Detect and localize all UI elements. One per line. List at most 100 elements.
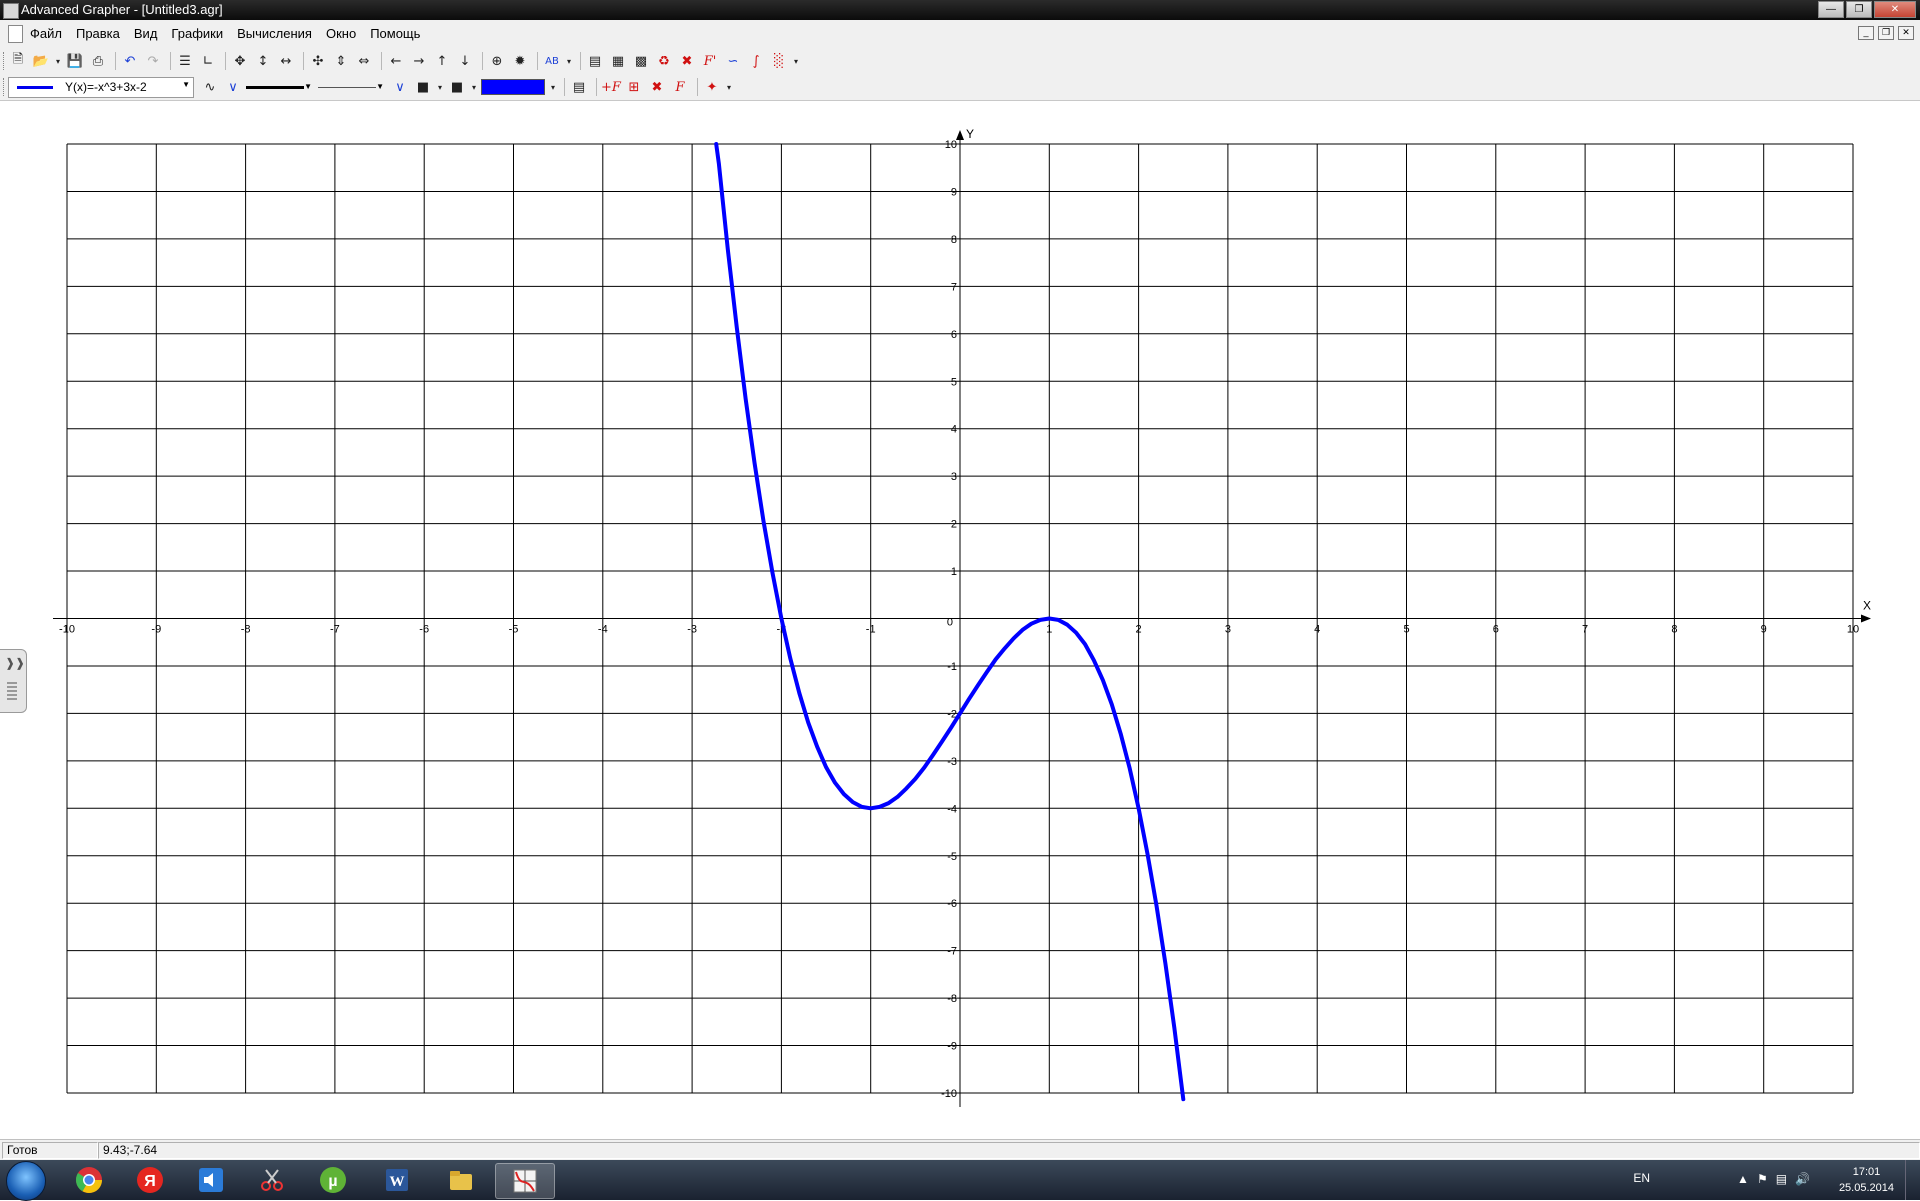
more-dropdown-icon[interactable]: ▾ [792, 51, 800, 71]
y-tick-label: -8 [947, 993, 957, 1005]
close-button[interactable]: ✕ [1874, 1, 1916, 18]
add-function-icon[interactable]: +F [601, 77, 621, 97]
audio-icon[interactable] [182, 1163, 240, 1197]
y-tick-label: -9 [947, 1041, 957, 1053]
side-panel-handle[interactable]: ❱❱ [0, 649, 27, 713]
point-style-dropdown-icon[interactable]: ▾ [436, 77, 444, 97]
labels-icon[interactable]: AB [542, 51, 562, 71]
histogram-icon[interactable]: ░ [769, 51, 789, 71]
window-title: Advanced Grapher - [Untitled3.agr] [21, 2, 223, 17]
point-size-dropdown-icon[interactable]: ▾ [470, 77, 478, 97]
network-icon[interactable]: ▤ [1776, 1172, 1787, 1186]
derivative-icon[interactable]: F' [700, 51, 720, 71]
doc-minimize-button[interactable]: _ [1858, 26, 1874, 40]
open-dropdown-icon[interactable]: ▾ [54, 51, 62, 71]
separator [225, 52, 226, 70]
y-axis-label: Y [966, 127, 974, 141]
word-icon[interactable]: W [368, 1163, 426, 1197]
yandex-icon[interactable]: Я [121, 1163, 179, 1197]
new-file-icon[interactable]: 🗎 [8, 51, 28, 71]
menu-file[interactable]: Файл [30, 26, 62, 41]
y-tick-label: 4 [951, 424, 957, 436]
line-width-select[interactable]: ▼ [246, 77, 312, 97]
utorrent-icon[interactable]: µ [304, 1163, 362, 1197]
menu-view[interactable]: Вид [134, 26, 158, 41]
action-center-flag-icon[interactable]: ⚑ [1757, 1172, 1768, 1186]
integral-icon[interactable]: ∫ [746, 51, 766, 71]
labels-dropdown-icon[interactable]: ▾ [565, 51, 573, 71]
open-folder-icon[interactable]: 📂 [31, 51, 51, 71]
start-button[interactable] [6, 1161, 46, 1201]
calculator-icon[interactable]: ▦ [608, 51, 628, 71]
maximize-button[interactable]: ❐ [1846, 1, 1872, 18]
menu-window[interactable]: Окно [326, 26, 356, 41]
center-icon[interactable]: ✹ [510, 51, 530, 71]
document-window-controls: _ ❐ ✕ [1854, 26, 1914, 40]
arrow-left-icon[interactable]: ← [386, 51, 406, 71]
add-table-icon[interactable]: ⊞ [624, 77, 644, 97]
zoom-vertical-icon[interactable]: ⇕ [331, 51, 351, 71]
toolbar-grip[interactable] [3, 78, 7, 96]
chrome-icon[interactable] [60, 1163, 118, 1197]
doc-restore-button[interactable]: ❐ [1878, 26, 1894, 40]
delete-graph-icon[interactable]: ✖ [647, 77, 667, 97]
edit-function-icon[interactable]: F [670, 77, 690, 97]
toolbar-grip[interactable] [3, 52, 7, 70]
intersection-icon[interactable]: ✖ [677, 51, 697, 71]
explorer-icon[interactable] [432, 1163, 490, 1197]
show-hidden-icons-icon[interactable]: ▲ [1737, 1172, 1749, 1186]
graph-canvas[interactable]: X Y -10 -9 -8 -7 -6 -5 -4 -3 -2 -1 1 2 3 4 5 6 7 8 9 10 -10 -9-… [0, 101, 1920, 1139]
zoom-in-icon[interactable]: ✣ [308, 51, 328, 71]
graph-properties-icon[interactable]: ▤ [569, 77, 589, 97]
menu-edit[interactable]: Правка [76, 26, 120, 41]
arrow-right-icon[interactable]: → [409, 51, 429, 71]
point-style-icon[interactable]: ■ [413, 77, 433, 97]
status-bar: Готов 9.43;-7.64 [0, 1139, 1920, 1161]
crosshair-icon[interactable]: ⊕ [487, 51, 507, 71]
show-desktop-button[interactable] [1905, 1160, 1920, 1200]
clock[interactable]: 17:01 25.05.2014 [1839, 1164, 1894, 1196]
save-icon[interactable]: 💾 [65, 51, 85, 71]
line-style-select[interactable]: ▼ [318, 77, 384, 97]
color-dropdown-icon[interactable]: ▾ [549, 77, 557, 97]
axes-icon[interactable]: ∟ [198, 51, 218, 71]
point-size-icon[interactable]: ■ [447, 77, 467, 97]
zoom-horizontal-icon[interactable]: ⇔ [354, 51, 374, 71]
trace-dropdown-icon[interactable]: ▾ [725, 77, 733, 97]
x-tick-label: 7 [1582, 624, 1588, 636]
function-select[interactable]: Y(x)=-x^3+3x-2 ▼ [8, 76, 194, 98]
arrow-up-icon[interactable]: ↑ [432, 51, 452, 71]
document-icon[interactable] [8, 25, 23, 43]
volume-icon[interactable]: 🔊 [1795, 1172, 1810, 1186]
advanced-grapher-icon[interactable] [495, 1163, 555, 1199]
menu-graphs[interactable]: Графики [171, 26, 223, 41]
curve-icon[interactable]: ∿ [200, 77, 220, 97]
x-tick-label: 6 [1493, 624, 1499, 636]
separator [303, 52, 304, 70]
print-icon[interactable]: ⎙ [88, 51, 108, 71]
roots-icon[interactable]: ♻ [654, 51, 674, 71]
move-icon[interactable]: ✥ [230, 51, 250, 71]
arrow-down-icon[interactable]: ↓ [455, 51, 475, 71]
graph-svg: XY-10 -9 -8 -7 -6 -5 -4 -3 -2 -1 1 2 3 4 5 6 7 8 9 10-10-9-… [53, 127, 1871, 1107]
graph-toolbar: Y(x)=-x^3+3x-2 ▼ ∿ ∨ ▼ ▼ ∨ ■ ▾ ■ ▾ ▾ ▤ +… [0, 74, 1920, 101]
redo-icon[interactable]: ↷ [143, 51, 163, 71]
menu-calculations[interactable]: Вычисления [237, 26, 312, 41]
language-indicator[interactable]: EN [1633, 1171, 1650, 1185]
line-color-picker[interactable] [481, 79, 545, 95]
menu-help[interactable]: Помощь [370, 26, 420, 41]
table-icon[interactable]: ▩ [631, 51, 651, 71]
trace-icon[interactable]: ✦ [702, 77, 722, 97]
undo-icon[interactable]: ↶ [120, 51, 140, 71]
scissors-icon[interactable] [243, 1163, 301, 1197]
move-vertical-icon[interactable]: ↕ [253, 51, 273, 71]
graph-type-icon[interactable]: ∨ [223, 77, 243, 97]
minimize-button[interactable]: — [1818, 1, 1844, 18]
doc-close-button[interactable]: ✕ [1898, 26, 1914, 40]
line-style-sample [318, 86, 376, 88]
tangent-icon[interactable]: ∽ [723, 51, 743, 71]
list-icon[interactable]: ☰ [175, 51, 195, 71]
document-icon[interactable]: ▤ [585, 51, 605, 71]
move-horizontal-icon[interactable]: ↔ [276, 51, 296, 71]
graph-type-secondary-icon[interactable]: ∨ [390, 77, 410, 97]
